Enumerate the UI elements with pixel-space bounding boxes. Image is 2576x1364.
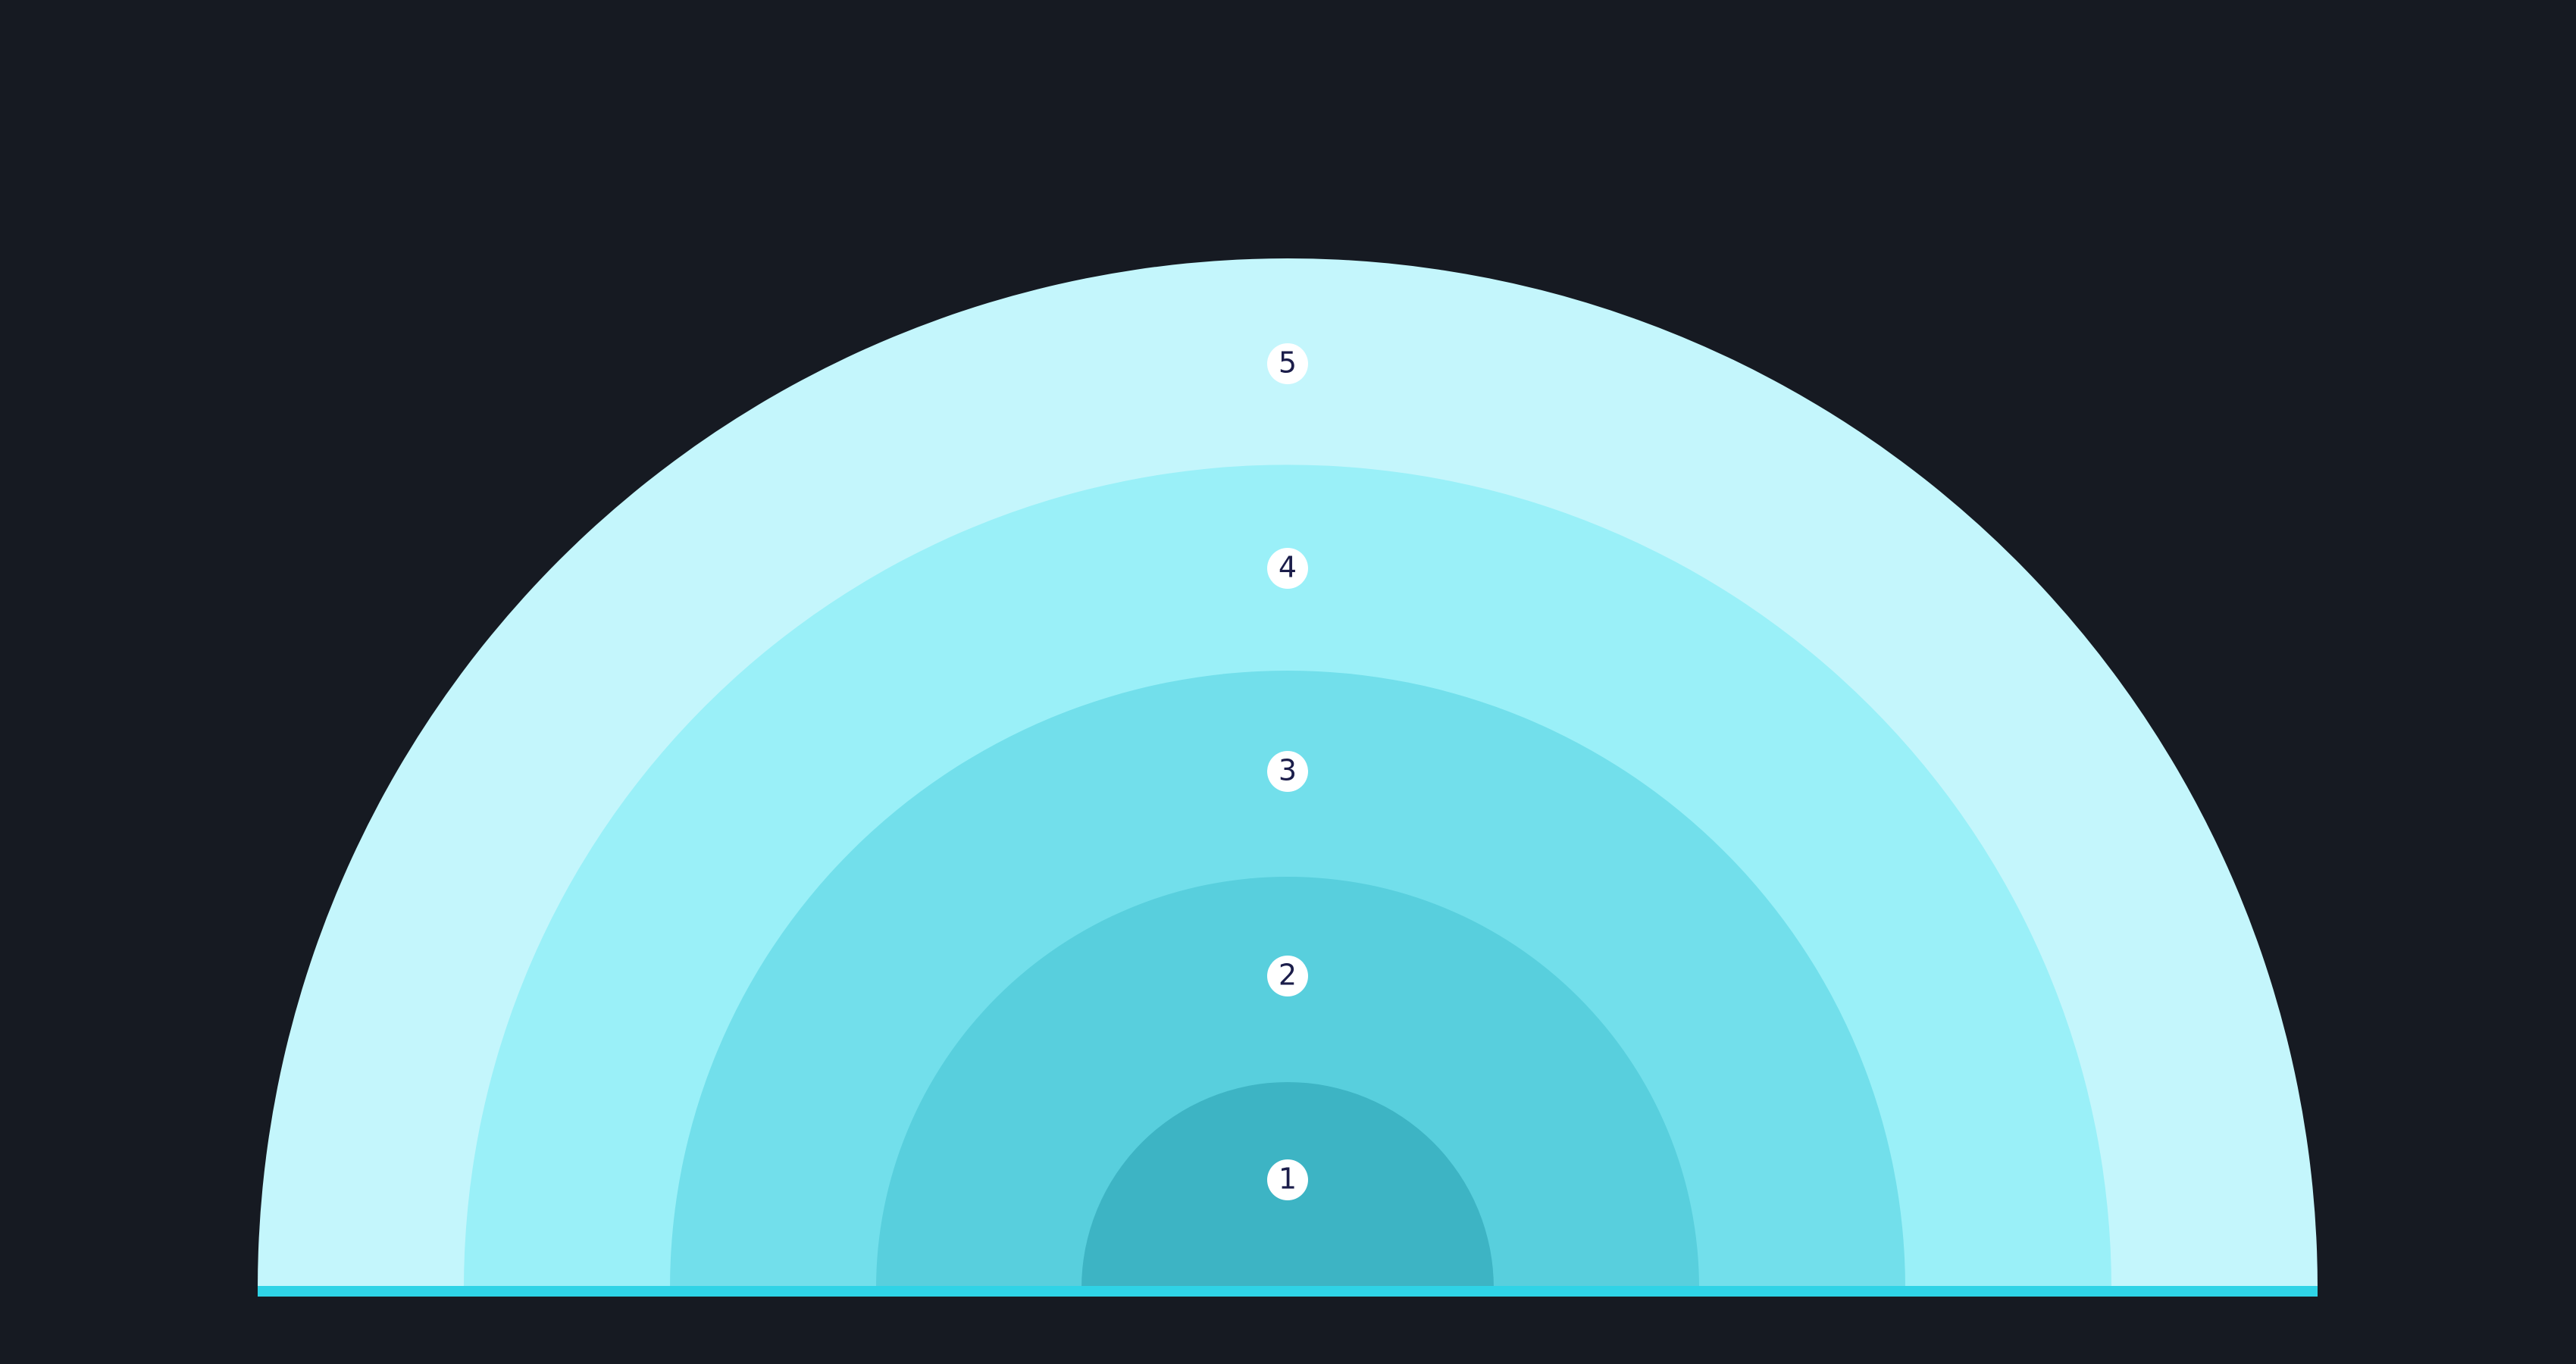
ring-label-text: 2 [1279, 959, 1297, 992]
ring-label-text: 5 [1279, 346, 1297, 380]
ring-label-badge-5: 5 [1267, 343, 1308, 384]
ring-label-badge-1: 1 [1267, 1159, 1308, 1200]
ring-label-badge-4: 4 [1267, 548, 1308, 589]
ring-label-text: 3 [1279, 754, 1297, 787]
ring-label-badge-2: 2 [1267, 956, 1308, 996]
ring-label-badge-3: 3 [1267, 751, 1308, 792]
ring-label-text: 4 [1279, 551, 1297, 584]
baseline-bar [258, 1286, 2318, 1297]
concentric-semicircle-diagram: 1 2 3 4 5 [258, 258, 2318, 1297]
ring-label-text: 1 [1279, 1162, 1297, 1196]
diagram-canvas: 1 2 3 4 5 [0, 0, 2576, 1364]
